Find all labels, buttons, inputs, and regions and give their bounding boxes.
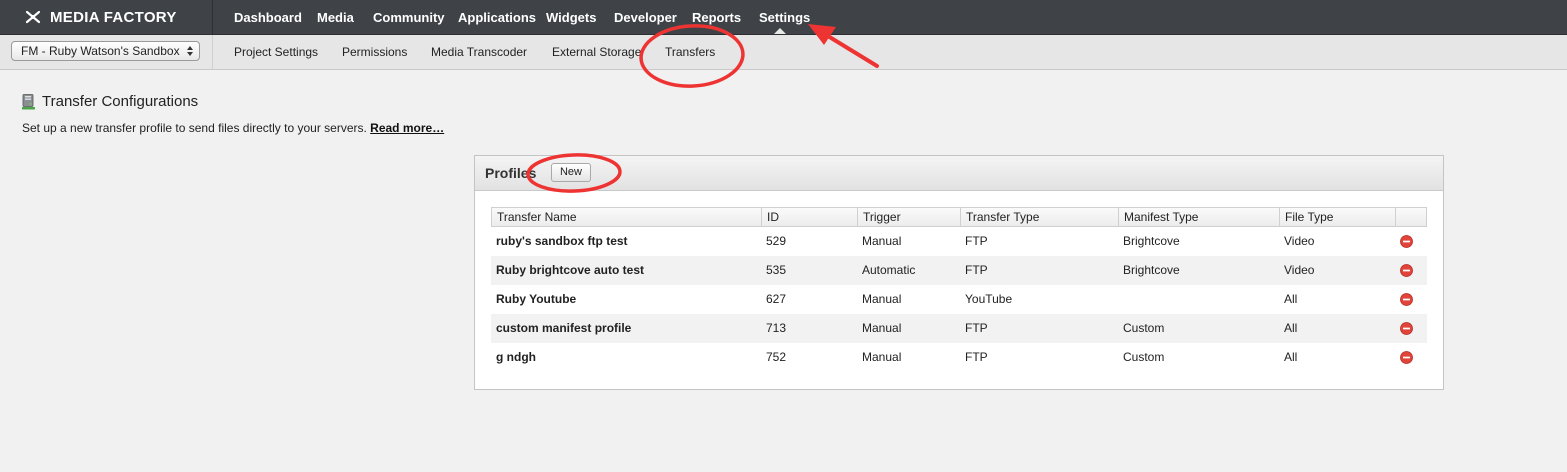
cell-id: 529: [766, 234, 787, 248]
cell-file-type: All: [1284, 292, 1298, 306]
cell-transfer-name[interactable]: g ndgh: [491, 343, 536, 372]
cell-transfer-name[interactable]: custom manifest profile: [491, 314, 631, 343]
cell-file-type: All: [1284, 321, 1298, 335]
table-row[interactable]: ruby's sandbox ftp test 529 Manual FTP B…: [491, 227, 1427, 256]
cell-transfer-name[interactable]: ruby's sandbox ftp test: [491, 227, 628, 256]
column-header-file-type[interactable]: File Type: [1280, 208, 1396, 226]
cell-transfer-type: FTP: [965, 350, 988, 364]
column-header-actions: [1396, 208, 1426, 226]
project-selector-value: FM - Ruby Watson's Sandbox: [21, 44, 180, 58]
delete-icon[interactable]: [1400, 235, 1413, 248]
nav-reports[interactable]: Reports: [692, 10, 741, 25]
cell-transfer-type: FTP: [965, 234, 988, 248]
tab-transfers[interactable]: Transfers: [665, 45, 715, 59]
page-title: Transfer Configurations: [42, 93, 199, 110]
page-description-text: Set up a new transfer profile to send fi…: [22, 121, 367, 135]
cell-file-type: All: [1284, 350, 1298, 364]
read-more-link[interactable]: Read more…: [370, 121, 444, 135]
nav-widgets[interactable]: Widgets: [546, 10, 596, 25]
tab-media-transcoder[interactable]: Media Transcoder: [431, 45, 527, 59]
cell-manifest-type: Brightcove: [1123, 234, 1180, 248]
cell-id: 752: [766, 350, 787, 364]
cell-trigger: Manual: [862, 234, 902, 248]
profiles-title: Profiles: [485, 165, 537, 181]
cell-id: 713: [766, 321, 787, 335]
cell-transfer-name[interactable]: Ruby brightcove auto test: [491, 256, 644, 285]
cell-trigger: Manual: [862, 321, 902, 335]
top-navigation-bar: MEDIA FACTORY Dashboard Media Community …: [0, 0, 1567, 35]
cell-trigger: Manual: [862, 350, 902, 364]
cell-trigger: Automatic: [862, 263, 916, 277]
column-header-manifest-type[interactable]: Manifest Type: [1119, 208, 1280, 226]
cell-trigger: Manual: [862, 292, 902, 306]
tab-permissions[interactable]: Permissions: [342, 45, 407, 59]
nav-settings[interactable]: Settings: [759, 10, 810, 25]
tab-project-settings[interactable]: Project Settings: [234, 45, 318, 59]
tab-external-storage[interactable]: External Storage: [552, 45, 641, 59]
active-nav-caret: [774, 28, 786, 34]
table-row[interactable]: Ruby Youtube 627 Manual YouTube All: [491, 285, 1427, 314]
cell-transfer-type: YouTube: [965, 292, 1013, 306]
cell-transfer-type: FTP: [965, 321, 988, 335]
nav-dashboard[interactable]: Dashboard: [234, 10, 302, 25]
server-icon: [22, 94, 35, 110]
cell-id: 535: [766, 263, 787, 277]
profiles-panel-header: Profiles New: [475, 156, 1443, 191]
column-header-id[interactable]: ID: [762, 208, 858, 226]
logo-text: MEDIA FACTORY: [50, 9, 177, 26]
column-header-trigger[interactable]: Trigger: [858, 208, 961, 226]
select-arrows-icon: [187, 46, 193, 56]
delete-icon[interactable]: [1400, 351, 1413, 364]
cell-manifest-type: Brightcove: [1123, 263, 1180, 277]
cell-manifest-type: Custom: [1123, 321, 1165, 335]
delete-icon[interactable]: [1400, 293, 1413, 306]
column-header-transfer-name[interactable]: Transfer Name: [492, 208, 762, 226]
nav-developer[interactable]: Developer: [614, 10, 677, 25]
delete-icon[interactable]: [1400, 264, 1413, 277]
delete-icon[interactable]: [1400, 322, 1413, 335]
table-row[interactable]: Ruby brightcove auto test 535 Automatic …: [491, 256, 1427, 285]
cell-manifest-type: [1118, 285, 1123, 314]
table-row[interactable]: g ndgh 752 Manual FTP Custom All: [491, 343, 1427, 372]
cell-file-type: Video: [1284, 234, 1315, 248]
cell-manifest-type: Custom: [1123, 350, 1165, 364]
logo[interactable]: MEDIA FACTORY: [0, 0, 213, 34]
table-header: Transfer Name ID Trigger Transfer Type M…: [491, 207, 1427, 227]
profiles-table: Transfer Name ID Trigger Transfer Type M…: [491, 207, 1427, 372]
logo-icon: [25, 10, 41, 24]
table-row[interactable]: custom manifest profile 713 Manual FTP C…: [491, 314, 1427, 343]
page-description: Set up a new transfer profile to send fi…: [22, 121, 444, 135]
nav-community[interactable]: Community: [373, 10, 445, 25]
column-header-transfer-type[interactable]: Transfer Type: [961, 208, 1119, 226]
nav-applications[interactable]: Applications: [458, 10, 536, 25]
nav-media[interactable]: Media: [317, 10, 354, 25]
subbar-divider: [212, 35, 213, 69]
sub-navigation-bar: FM - Ruby Watson's Sandbox Project Setti…: [0, 35, 1567, 70]
profiles-panel: Profiles New Transfer Name ID Trigger Tr…: [474, 155, 1444, 390]
cell-id: 627: [766, 292, 787, 306]
cell-transfer-name[interactable]: Ruby Youtube: [491, 285, 576, 314]
cell-file-type: Video: [1284, 263, 1315, 277]
new-profile-button[interactable]: New: [551, 163, 591, 182]
cell-transfer-type: FTP: [965, 263, 988, 277]
project-selector[interactable]: FM - Ruby Watson's Sandbox: [11, 41, 200, 61]
